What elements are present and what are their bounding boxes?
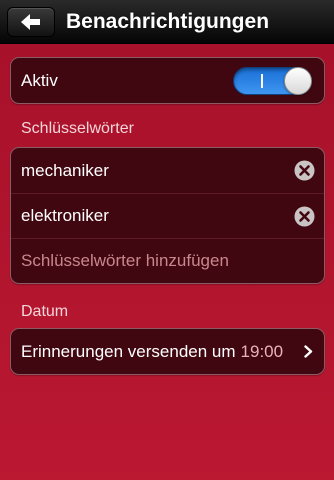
chevron-right-icon — [304, 345, 313, 358]
keywords-section-header: Schlüsselwörter — [21, 120, 134, 137]
navigation-bar: Benachrichtigungen — [0, 0, 334, 44]
keyword-label: mechaniker — [21, 160, 109, 180]
active-label: Aktiv — [21, 70, 58, 90]
keyword-row: mechaniker — [11, 148, 324, 193]
date-section-header: Datum — [21, 303, 69, 320]
active-row: Aktiv — [11, 58, 324, 103]
keywords-group: mechaniker elektroniker Schlüsselwörter … — [10, 147, 325, 284]
date-group: Erinnerungen versenden um 19:00 — [10, 328, 325, 375]
keyword-row: elektroniker — [11, 193, 324, 238]
page-title: Benachrichtigungen — [66, 10, 270, 33]
add-keyword-input[interactable]: Schlüsselwörter hinzufügen — [21, 251, 229, 271]
toggle-knob — [284, 67, 312, 95]
clear-icon[interactable] — [294, 206, 315, 227]
arrow-left-icon — [21, 14, 40, 30]
active-toggle[interactable] — [233, 67, 312, 95]
settings-content: Aktiv Schlüsselwörter mechaniker elektro… — [0, 44, 334, 480]
back-button[interactable] — [7, 7, 55, 37]
reminder-time-value: 19:00 — [240, 341, 284, 361]
add-keyword-row[interactable]: Schlüsselwörter hinzufügen — [11, 238, 324, 283]
reminder-label: Erinnerungen versenden um — [21, 341, 236, 361]
active-group: Aktiv — [10, 57, 325, 104]
toggle-on-indicator — [261, 74, 263, 88]
reminder-time-row[interactable]: Erinnerungen versenden um 19:00 — [11, 329, 324, 374]
clear-icon[interactable] — [294, 160, 315, 181]
keyword-label: elektroniker — [21, 206, 109, 225]
